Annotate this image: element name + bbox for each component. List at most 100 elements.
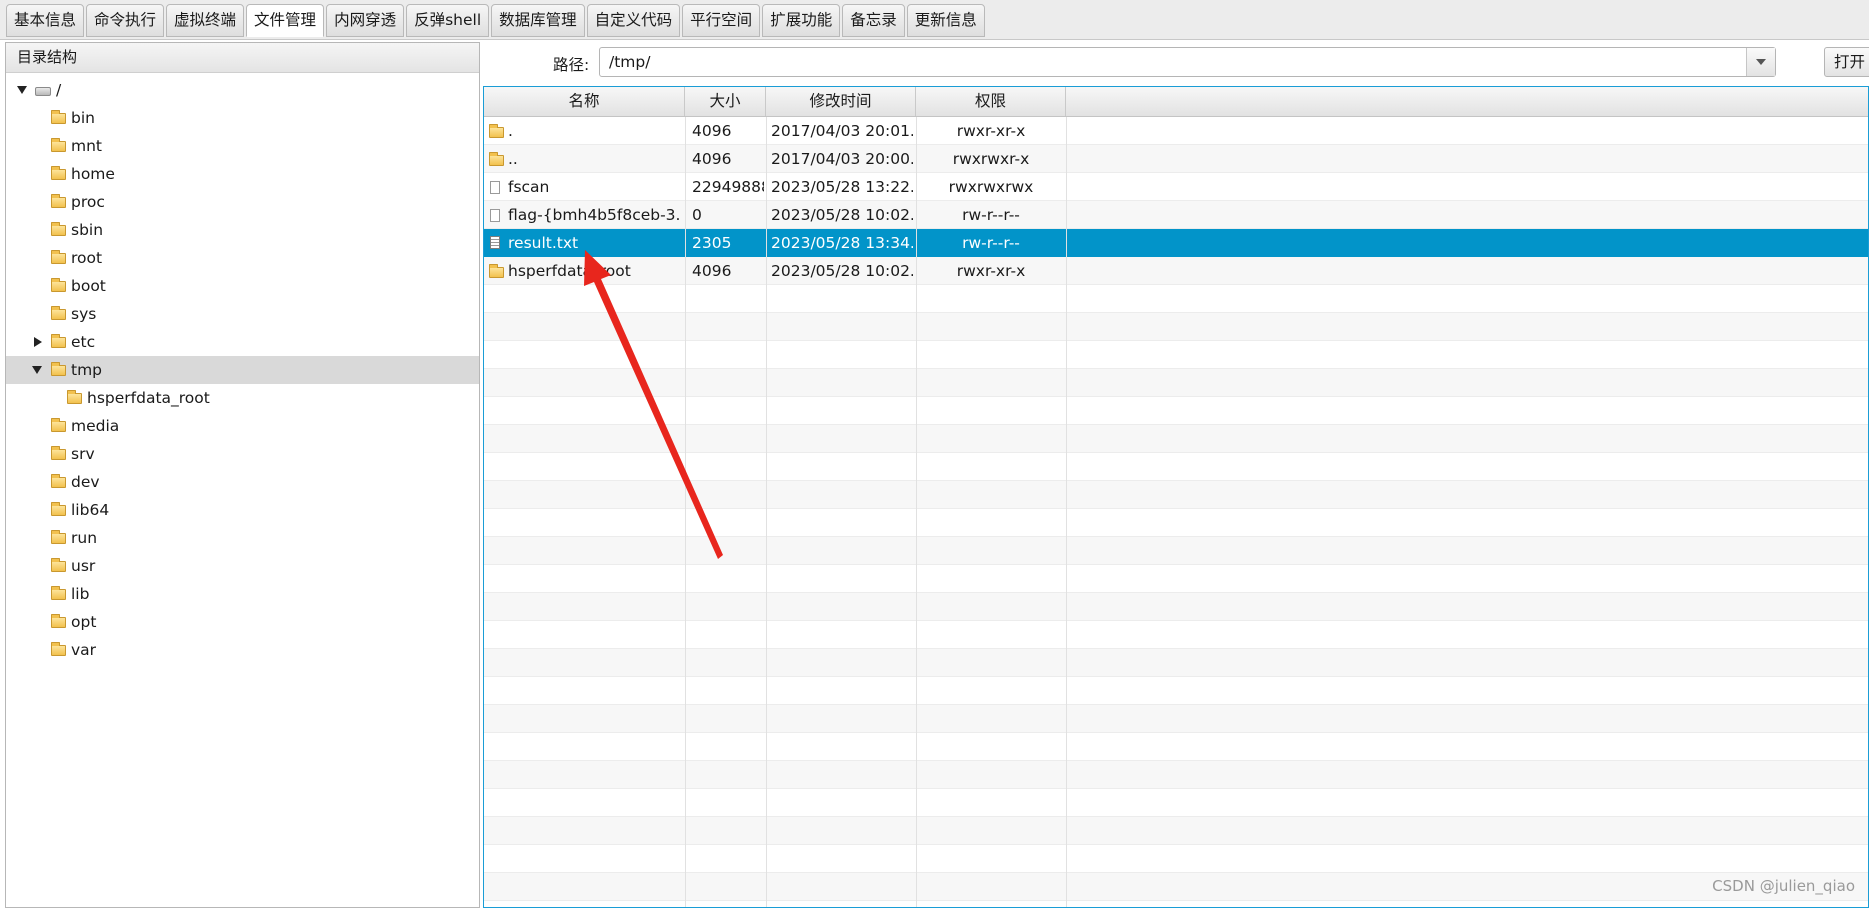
tree-item-label: hsperfdata_root	[87, 389, 210, 407]
path-input[interactable]	[600, 48, 1748, 76]
tree-item-tmp[interactable]: tmp	[6, 356, 479, 384]
expand-arrow-icon[interactable]	[17, 86, 27, 94]
tree-item-label: proc	[71, 193, 105, 211]
column-header-2[interactable]: 大小	[685, 87, 766, 116]
tab-3[interactable]: 文件管理	[246, 4, 325, 37]
folder-icon	[51, 558, 66, 572]
folder-icon	[51, 530, 66, 544]
collapse-arrow-icon[interactable]	[34, 337, 42, 347]
folder-icon	[51, 278, 66, 292]
file-permissions: rwxr-xr-x	[956, 122, 1026, 140]
empty-row	[484, 649, 1868, 677]
column-header-3[interactable]: 修改时间	[766, 87, 916, 116]
empty-row	[484, 845, 1868, 873]
tree-item-label: lib64	[71, 501, 110, 519]
tab-1[interactable]: 命令执行	[86, 4, 165, 37]
tab-4[interactable]: 内网穿透	[326, 4, 405, 37]
directory-tree: / bin mnt home proc sbin root boot sys etc tmp hsp…	[6, 73, 479, 907]
file-modified-time: 2023/05/28 10:02...	[771, 262, 913, 280]
folder-icon	[51, 334, 66, 348]
tree-item-run[interactable]: run	[6, 524, 479, 552]
tree-item-bin[interactable]: bin	[6, 104, 479, 132]
empty-row	[484, 761, 1868, 789]
folder-icon	[51, 502, 66, 516]
column-header-4[interactable]: 权限	[916, 87, 1066, 116]
tree-item-sys[interactable]: sys	[6, 300, 479, 328]
tab-7[interactable]: 自定义代码	[586, 4, 681, 37]
tree-item-mnt[interactable]: mnt	[6, 132, 479, 160]
tab-6[interactable]: 数据库管理	[491, 4, 585, 37]
folder-icon	[489, 124, 504, 138]
tree-item-label: dev	[71, 473, 100, 491]
tree-item-opt[interactable]: opt	[6, 608, 479, 636]
file-name: ..	[508, 150, 518, 168]
empty-row	[484, 565, 1868, 593]
tree-item-sbin[interactable]: sbin	[6, 216, 479, 244]
empty-row	[484, 817, 1868, 845]
table-row[interactable]: . 4096 2017/04/03 20:01... rwxr-xr-x	[484, 117, 1868, 145]
file-modified-time: 2017/04/03 20:00...	[771, 150, 913, 168]
directory-tree-panel: 目录结构 / bin mnt home proc sbin root boot sys etc t…	[5, 42, 480, 908]
tree-item-srv[interactable]: srv	[6, 440, 479, 468]
table-row[interactable]: fscan 22949888 2023/05/28 13:22... rwxrwxrw…	[484, 173, 1868, 201]
tab-list: 基本信息 命令执行 虚拟终端 文件管理 内网穿透 反弹shell 数据库管理 自定义代码 平行空…	[6, 4, 985, 37]
file-name: .	[508, 122, 513, 140]
column-header-1[interactable]: 名称	[484, 87, 685, 116]
tab-11[interactable]: 更新信息	[906, 4, 985, 37]
folder-icon	[51, 110, 66, 124]
path-combobox[interactable]	[599, 47, 1776, 77]
tree-item-label: lib	[71, 585, 90, 603]
watermark: CSDN @julien_qiao	[1712, 877, 1855, 895]
tree-item-etc[interactable]: etc	[6, 328, 479, 356]
file-permissions: rwxr-xr-x	[956, 262, 1026, 280]
tree-item-media[interactable]: media	[6, 412, 479, 440]
file-modified-time: 2023/05/28 13:22...	[771, 178, 913, 196]
tree-item-root[interactable]: /	[6, 76, 479, 104]
tree-item-boot[interactable]: boot	[6, 272, 479, 300]
tree-item-label: root	[71, 249, 103, 267]
tree-item-var[interactable]: var	[6, 636, 479, 664]
tree-item-label: boot	[71, 277, 106, 295]
tree-item-proc[interactable]: proc	[6, 188, 479, 216]
path-label: 路径:	[553, 56, 590, 74]
table-row[interactable]: flag-{bmh4b5f8ceb-3... 0 2023/05/28 10:02.…	[484, 201, 1868, 229]
empty-row	[484, 341, 1868, 369]
column-divider	[916, 117, 917, 907]
column-divider	[685, 117, 686, 907]
directory-tree-title: 目录结构	[6, 43, 479, 73]
column-divider	[766, 117, 767, 907]
tab-bar: 基本信息 命令执行 虚拟终端 文件管理 内网穿透 反弹shell 数据库管理 自定义代码 平行空…	[0, 0, 1869, 40]
table-row[interactable]: .. 4096 2017/04/03 20:00... rwxrwxr-x	[484, 145, 1868, 173]
table-row[interactable]: result.txt 2305 2023/05/28 13:34... rw-r--r…	[484, 229, 1868, 257]
tab-0[interactable]: 基本信息	[6, 4, 85, 37]
tree-item-label: home	[71, 165, 115, 183]
tab-2[interactable]: 虚拟终端	[166, 4, 245, 37]
tree-item-lib[interactable]: lib	[6, 580, 479, 608]
tree-item-label: sbin	[71, 221, 104, 239]
tree-item-dev[interactable]: dev	[6, 468, 479, 496]
open-button[interactable]: 打开	[1824, 47, 1869, 77]
folder-icon	[51, 306, 66, 320]
empty-row	[484, 425, 1868, 453]
tab-8[interactable]: 平行空间	[682, 4, 761, 37]
folder-icon	[51, 194, 66, 208]
tab-9[interactable]: 扩展功能	[762, 4, 841, 37]
file-name: hsperfdata_root	[508, 262, 631, 280]
tree-item-hsperfdata-root[interactable]: hsperfdata_root	[6, 384, 479, 412]
empty-row	[484, 369, 1868, 397]
path-dropdown-button[interactable]	[1746, 48, 1775, 76]
file-permissions: rw-r--r--	[962, 206, 1020, 224]
tree-item-root[interactable]: root	[6, 244, 479, 272]
tab-5[interactable]: 反弹shell	[406, 4, 490, 37]
file-table: 名称 大小 修改时间 权限 . 4096 2017/04/03 20:01... rwxr-…	[483, 86, 1869, 908]
text-file-icon	[490, 236, 500, 249]
tab-10[interactable]: 备忘录	[842, 4, 905, 37]
tree-item-home[interactable]: home	[6, 160, 479, 188]
file-modified-time: 2017/04/03 20:01...	[771, 122, 913, 140]
table-row[interactable]: hsperfdata_root 4096 2023/05/28 10:02... rw…	[484, 257, 1868, 285]
expand-arrow-icon[interactable]	[32, 366, 42, 374]
tree-item-usr[interactable]: usr	[6, 552, 479, 580]
tree-item-lib64[interactable]: lib64	[6, 496, 479, 524]
folder-icon	[489, 152, 504, 166]
file-size: 22949888	[692, 178, 764, 196]
